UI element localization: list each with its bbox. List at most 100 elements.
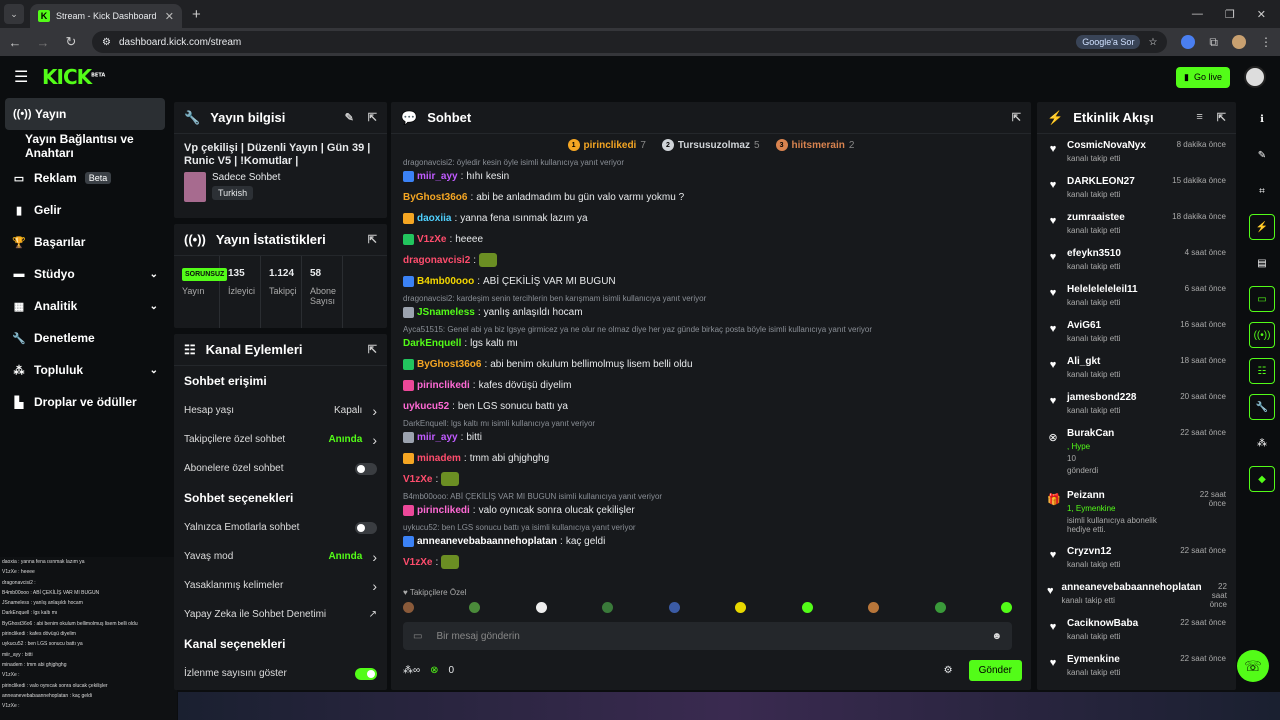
sidebar-item-7[interactable]: 🔧 Denetleme bbox=[0, 322, 170, 354]
browser-menu-icon[interactable]: ⋮ bbox=[1260, 35, 1272, 49]
emote-icon[interactable] bbox=[801, 602, 813, 613]
chat-input[interactable]: ▭ Bir mesaj gönderin ☻ bbox=[403, 622, 1012, 650]
edit-icon[interactable]: ✎ bbox=[345, 111, 354, 124]
info-icon[interactable]: ℹ bbox=[1249, 106, 1275, 132]
chat-username[interactable]: daoxiia bbox=[417, 212, 451, 225]
toggle-switch[interactable] bbox=[355, 667, 377, 680]
emoji-icon[interactable]: ☻ bbox=[991, 631, 1002, 642]
event-username[interactable]: efeykn3510 bbox=[1067, 248, 1121, 259]
chat-username[interactable]: V1zXe bbox=[403, 473, 432, 486]
chat-username[interactable]: uykucu52 bbox=[403, 400, 449, 413]
option-control[interactable] bbox=[355, 667, 377, 680]
option-control[interactable] bbox=[355, 462, 377, 475]
tab-search-button[interactable]: ⌄ bbox=[4, 4, 24, 24]
emote-icon[interactable] bbox=[868, 602, 880, 613]
close-tab-icon[interactable]: ✕ bbox=[165, 10, 174, 23]
popout-icon[interactable]: ⇱ bbox=[1217, 111, 1226, 124]
event-username[interactable]: AviG61 bbox=[1067, 320, 1120, 331]
bolt-rail-icon[interactable]: ⚡ bbox=[1249, 214, 1275, 240]
event-username[interactable]: Peizann bbox=[1067, 490, 1179, 501]
emote-icon[interactable] bbox=[735, 602, 747, 613]
emote-icon[interactable] bbox=[668, 602, 680, 613]
popout-icon[interactable]: ⇱ bbox=[368, 111, 377, 124]
browser-tab[interactable]: K Stream - Kick Dashboard ✕ bbox=[30, 4, 182, 28]
event-username[interactable]: Eymenkine bbox=[1067, 654, 1120, 665]
pencil-icon[interactable]: ✎ bbox=[1249, 142, 1275, 168]
sidebar-item-2[interactable]: ▭ Reklam Beta bbox=[0, 162, 170, 194]
chat-username[interactable]: ByGhost36o6 bbox=[417, 358, 481, 371]
option-row[interactable]: Yasaklanmış kelimeler › bbox=[174, 571, 387, 600]
event-username[interactable]: CaciknowBaba bbox=[1067, 618, 1138, 629]
option-row[interactable]: Takipçilere özel sohbet Anında › bbox=[174, 425, 387, 454]
close-window-button[interactable]: ✕ bbox=[1257, 8, 1266, 21]
chat-username[interactable]: dragonavcisi2 bbox=[403, 254, 470, 267]
back-icon[interactable]: ← bbox=[8, 35, 22, 50]
option-control[interactable]: Kapalı › bbox=[334, 403, 377, 419]
chat-rail-icon[interactable]: ▭ bbox=[1249, 286, 1275, 312]
help-chat-button[interactable]: ☏ bbox=[1237, 650, 1269, 682]
emote-icon[interactable] bbox=[403, 602, 414, 613]
option-row[interactable]: İzlenme sayısını göster bbox=[174, 659, 387, 688]
actions-rail-icon[interactable]: ☷ bbox=[1249, 358, 1275, 384]
chevron-down-icon[interactable]: ⌄ bbox=[150, 365, 158, 376]
chat-username[interactable]: minadem bbox=[417, 452, 461, 465]
chat-username[interactable]: V1zXe bbox=[417, 233, 446, 246]
emote-icon[interactable] bbox=[602, 602, 614, 613]
event-username[interactable]: zumraaistee bbox=[1067, 212, 1125, 223]
chevron-down-icon[interactable]: ⌄ bbox=[150, 269, 158, 280]
chat-username[interactable]: DarkEnquell bbox=[403, 337, 461, 350]
hamburger-menu-icon[interactable]: ☰ bbox=[14, 67, 28, 87]
forward-icon[interactable]: → bbox=[36, 35, 50, 50]
kick-logo[interactable]: KICKBETA bbox=[42, 65, 105, 89]
community-rail-icon[interactable]: ⁂ bbox=[1249, 430, 1275, 456]
sidebar-item-4[interactable]: 🏆 Başarılar bbox=[0, 226, 170, 258]
option-row[interactable]: Yapay Zeka ile Sohbet Denetimi ↗ bbox=[174, 600, 387, 629]
chat-username[interactable]: pirinclikedi bbox=[417, 504, 470, 517]
sidebar-item-3[interactable]: ▮ Gelir bbox=[0, 194, 170, 226]
emote-icon[interactable] bbox=[1000, 602, 1012, 613]
option-row[interactable]: Yavaş mod Anında › bbox=[174, 542, 387, 571]
sidebar-item-6[interactable]: ▦ Analitik ⌄ bbox=[0, 290, 170, 322]
top-gifter[interactable]: 2 Tursusuzolmaz 5 bbox=[661, 139, 760, 151]
user-avatar[interactable] bbox=[1244, 66, 1266, 88]
top-gifter[interactable]: 3 hiitsmerain 2 bbox=[775, 139, 854, 151]
chat-username[interactable]: JSnameless bbox=[417, 306, 475, 319]
profile-avatar[interactable] bbox=[1232, 35, 1246, 49]
sidebar-item-0[interactable]: ((•)) Yayın bbox=[5, 98, 165, 130]
option-control[interactable]: Anında › bbox=[328, 432, 377, 448]
maximize-button[interactable]: ❐ bbox=[1225, 8, 1235, 21]
site-info-icon[interactable]: ⚙ bbox=[102, 37, 111, 48]
filter-icon[interactable]: ≡ bbox=[1196, 111, 1202, 124]
popout-icon[interactable]: ⇱ bbox=[1012, 111, 1021, 124]
event-username[interactable]: DARKLEON27 bbox=[1067, 176, 1135, 187]
event-username[interactable]: Cryzvn12 bbox=[1067, 546, 1120, 557]
chat-username[interactable]: miir_ayy bbox=[417, 170, 458, 183]
chat-username[interactable]: miir_ayy bbox=[417, 431, 458, 444]
go-live-button[interactable]: ▮ Go live bbox=[1176, 66, 1230, 88]
broadcast-rail-icon[interactable]: ((•)) bbox=[1249, 322, 1275, 348]
event-username[interactable]: CosmicNovaNyx bbox=[1067, 140, 1146, 151]
document-icon[interactable]: ▤ bbox=[1249, 250, 1275, 276]
settings-dots-icon[interactable]: ⁂∞ bbox=[403, 665, 420, 676]
bookmark-star-icon[interactable]: ☆ bbox=[1148, 37, 1157, 48]
extensions-puzzle-icon[interactable]: ⧉ bbox=[1209, 35, 1218, 50]
chevron-down-icon[interactable]: ⌄ bbox=[150, 301, 158, 312]
wrench-rail-icon[interactable]: 🔧 bbox=[1249, 394, 1275, 420]
event-username[interactable]: Heleleleleleil11 bbox=[1067, 284, 1138, 295]
toggle-switch[interactable] bbox=[355, 462, 377, 475]
toggle-switch[interactable] bbox=[355, 521, 377, 534]
event-username[interactable]: Ali_gkt bbox=[1067, 356, 1120, 367]
chat-username[interactable]: V1zXe bbox=[403, 556, 432, 569]
new-tab-button[interactable]: + bbox=[192, 6, 201, 23]
option-control[interactable]: Anında › bbox=[328, 549, 377, 565]
chat-username[interactable]: B4mb00ooo bbox=[417, 275, 474, 288]
send-button[interactable]: Gönder bbox=[968, 659, 1022, 681]
event-username[interactable]: anneanevebabaannehoplatan bbox=[1062, 582, 1202, 593]
event-username[interactable]: BurakCan bbox=[1067, 428, 1114, 439]
chat-username[interactable]: pirinclikedi bbox=[417, 379, 470, 392]
drops-rail-icon[interactable]: ◆ bbox=[1249, 466, 1275, 492]
option-control[interactable]: › bbox=[372, 578, 377, 594]
extension-icon[interactable] bbox=[1181, 35, 1196, 49]
option-row[interactable]: Abonelere özel sohbet bbox=[174, 454, 387, 483]
google-search-button[interactable]: Google'a Sor bbox=[1076, 35, 1141, 49]
